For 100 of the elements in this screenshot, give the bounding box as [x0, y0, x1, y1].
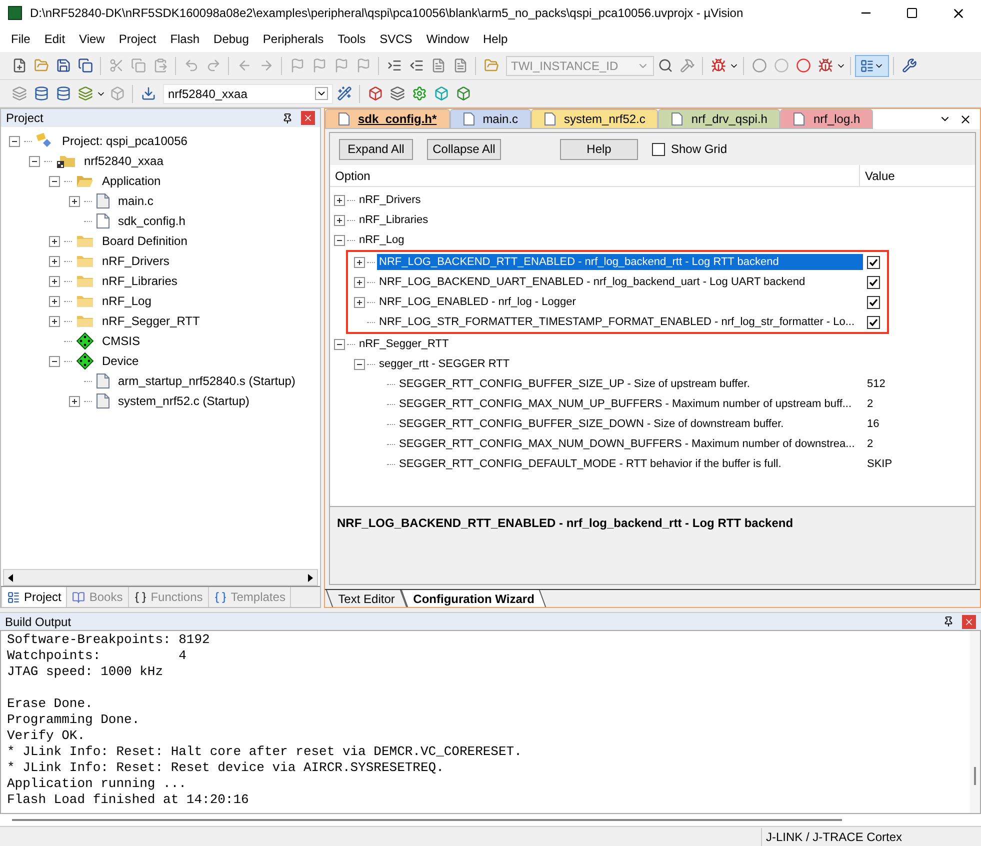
tree-item[interactable]: nRF_Segger_RTT [102, 312, 200, 330]
expand-toggle[interactable] [49, 236, 60, 246]
expand-toggle[interactable] [354, 296, 365, 308]
target-combo[interactable]: nrf52840_xxaa [163, 84, 333, 104]
collapse-toggle[interactable] [9, 136, 20, 146]
editor-tab[interactable]: Text Editor [326, 590, 407, 607]
vertical-scrollbar[interactable] [970, 631, 980, 813]
outdent-icon[interactable] [408, 58, 424, 73]
option-label[interactable]: SEGGER_RTT_CONFIG_BUFFER_SIZE_UP - Size of upstream buffer. [397, 376, 752, 392]
menu-item[interactable]: File [4, 30, 38, 48]
download-icon[interactable] [140, 86, 156, 101]
collapse-toggle[interactable] [334, 338, 345, 350]
checkbox[interactable] [867, 316, 880, 328]
column-header[interactable]: Option [330, 165, 860, 186]
option-label[interactable]: nRF_Drivers [357, 192, 423, 208]
column-header[interactable]: Value [860, 165, 975, 186]
save-icon[interactable] [56, 58, 70, 73]
expand-toggle[interactable] [334, 214, 345, 226]
menu-item[interactable]: View [72, 30, 112, 48]
tree-item[interactable]: system_nrf52.c (Startup) [118, 392, 250, 410]
file-tab[interactable]: nrf_log.h [780, 109, 874, 129]
file-tab[interactable]: nrf_drv_qspi.h [658, 109, 780, 129]
tree-item[interactable]: nrf52840_xxaa [84, 152, 164, 170]
option-label[interactable]: SEGGER_RTT_CONFIG_MAX_NUM_DOWN_BUFFERS - Maximum number of downstrea... [397, 436, 857, 452]
tree-item[interactable]: Device [102, 352, 139, 370]
collapse-toggle[interactable] [29, 156, 40, 166]
checkbox[interactable] [867, 296, 880, 308]
save-all-icon[interactable] [78, 58, 92, 73]
expand-toggle[interactable] [69, 396, 80, 406]
menu-item[interactable]: Window [419, 30, 476, 48]
file-tab[interactable]: system_nrf52.c [531, 109, 658, 129]
tree-item[interactable]: CMSIS [102, 332, 140, 350]
menu-item[interactable]: Peripherals [256, 30, 331, 48]
tree-item[interactable]: Board Definition [102, 232, 188, 250]
maximize-icon[interactable] [906, 7, 918, 19]
menu-item[interactable]: Help [476, 30, 515, 48]
window-layout-button[interactable] [855, 54, 889, 76]
pin-icon[interactable] [282, 112, 293, 124]
tree-item[interactable]: Project: qspi_pca10056 [62, 132, 188, 150]
checkbox[interactable] [867, 256, 880, 268]
tree-item[interactable]: nRF_Log [102, 292, 152, 310]
help-button[interactable]: Help [560, 138, 638, 160]
tree-item[interactable]: nRF_Libraries [102, 272, 178, 290]
checkbox[interactable] [652, 142, 665, 156]
option-value[interactable]: 2 [867, 436, 874, 452]
expand-all-button[interactable]: Expand All [339, 138, 413, 160]
option-value[interactable]: 16 [867, 416, 880, 432]
search-icon[interactable] [658, 58, 672, 73]
option-label[interactable]: nRF_Log [357, 232, 406, 248]
debug-icon[interactable] [710, 58, 726, 73]
collapse-toggle[interactable] [49, 176, 60, 186]
expand-toggle[interactable] [49, 316, 60, 326]
menu-item[interactable]: Project [112, 30, 164, 48]
option-label[interactable]: SEGGER_RTT_CONFIG_MAX_NUM_UP_BUFFERS - Maximum number of upstream buff... [397, 396, 854, 412]
expand-toggle[interactable] [354, 256, 365, 268]
checkbox[interactable] [867, 276, 880, 288]
breakpoint-icon[interactable] [796, 58, 810, 73]
option-label[interactable]: nRF_Segger_RTT [357, 336, 451, 352]
tree-item[interactable]: Application [102, 172, 161, 190]
menu-item[interactable]: Flash [163, 30, 207, 48]
expand-toggle[interactable] [69, 196, 80, 206]
menu-item[interactable]: Debug [206, 30, 256, 48]
new-file-icon[interactable] [12, 58, 26, 73]
horizontal-scrollbar[interactable] [0, 814, 981, 826]
option-label[interactable]: SEGGER_RTT_CONFIG_DEFAULT_MODE - RTT behavior if the buffer is full. [397, 456, 784, 472]
expand-toggle[interactable] [49, 296, 60, 306]
window-layout-icon[interactable] [860, 58, 874, 72]
option-label[interactable]: NRF_LOG_BACKEND_UART_ENABLED - nrf_log_backend_uart - Log UART backend [377, 274, 808, 290]
option-label[interactable]: SEGGER_RTT_CONFIG_BUFFER_SIZE_DOWN - Size of downstream buffer. [397, 416, 786, 432]
expand-toggle[interactable] [334, 194, 345, 206]
option-label[interactable]: NRF_LOG_BACKEND_RTT_ENABLED - nrf_log_backend_rtt - Log RTT backend [377, 254, 863, 270]
file-tab[interactable]: sdk_config.h* [325, 109, 450, 129]
horizontal-scrollbar[interactable] [3, 569, 318, 586]
wand-icon[interactable] [336, 86, 352, 101]
expand-toggle[interactable] [49, 256, 60, 266]
option-label[interactable]: NRF_LOG_STR_FORMATTER_TIMESTAMP_FORMAT_ENABLED - nrf_log_str_formatter - Lo... [377, 314, 857, 330]
file-tab[interactable]: main.c [450, 109, 532, 129]
tree-item[interactable]: sdk_config.h [118, 212, 186, 230]
pin-icon[interactable] [943, 616, 954, 627]
option-value[interactable]: 512 [867, 376, 886, 392]
menu-item[interactable]: Tools [330, 30, 373, 48]
layers-icon[interactable] [390, 86, 404, 101]
expand-toggle[interactable] [354, 276, 365, 288]
bug-icon[interactable] [818, 58, 832, 73]
close-icon[interactable] [959, 112, 972, 126]
option-label[interactable]: NRF_LOG_ENABLED - nrf_log - Logger [377, 294, 578, 310]
option-value[interactable]: 2 [867, 396, 874, 412]
menu-item[interactable]: Edit [37, 30, 72, 48]
settings-icon[interactable] [902, 58, 916, 73]
tree-item[interactable]: arm_startup_nrf52840.s (Startup) [118, 372, 296, 390]
option-value[interactable]: SKIP [867, 456, 892, 472]
expand-toggle[interactable] [49, 276, 60, 286]
collapse-toggle[interactable] [334, 234, 345, 246]
tree-item[interactable]: main.c [118, 192, 154, 210]
panel-tab[interactable]: Project [1, 587, 68, 607]
option-label[interactable]: segger_rtt - SEGGER RTT [377, 356, 512, 372]
collapse-all-button[interactable]: Collapse All [427, 138, 501, 160]
menu-item[interactable]: SVCS [372, 30, 420, 48]
collapse-toggle[interactable] [354, 358, 365, 370]
option-label[interactable]: nRF_Libraries [357, 212, 430, 228]
